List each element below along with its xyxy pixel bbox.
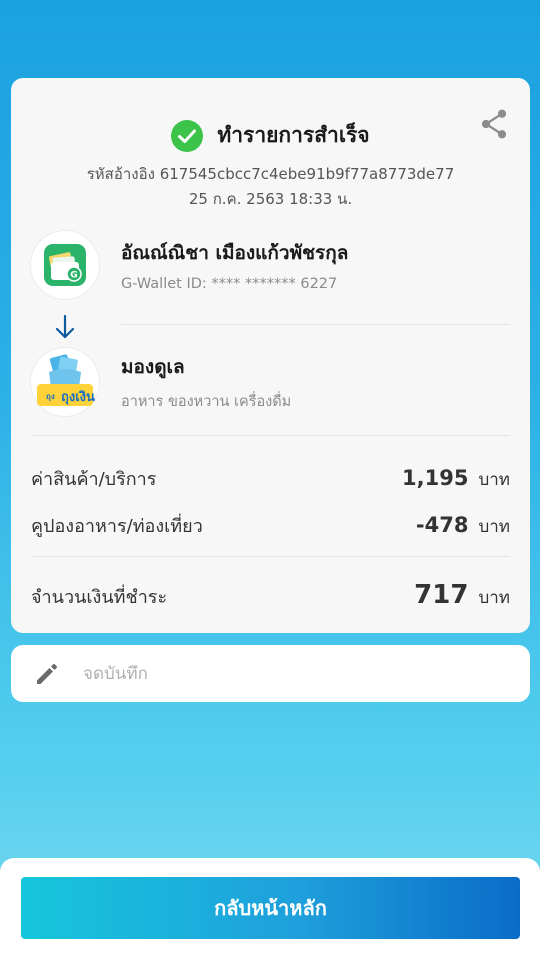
note-placeholder: จดบันทึก	[83, 664, 148, 684]
receiver-name: มองดูเล	[121, 355, 185, 378]
total-amount: 717	[414, 580, 469, 610]
svg-text:G: G	[70, 271, 77, 281]
status-title: ทำรายการสำเร็จ	[217, 123, 370, 147]
divider	[121, 324, 510, 325]
divider	[31, 435, 510, 436]
success-check-icon	[171, 119, 204, 152]
line-item-goods: ค่าสินค้า/บริการ 1,195 บาท	[31, 464, 510, 493]
divider	[31, 556, 510, 557]
transaction-receipt-card: ทำรายการสำเร็จ รหัสอ้างอิง 617545cbcc7c4…	[11, 78, 530, 633]
sender-avatar: G	[31, 231, 99, 299]
sender-name: อัณณ์ณิชา เมืองแก้วพัชรกุล	[121, 242, 349, 264]
arrow-down-icon	[55, 314, 75, 339]
reference-id: รหัสอ้างอิง 617545cbcc7c4ebe91b9f77a8773…	[86, 165, 455, 183]
currency-label: บาท	[478, 517, 510, 537]
total-row: จำนวนเงินที่ชำระ 717 บาท	[31, 580, 510, 611]
currency-label: บาท	[478, 470, 510, 490]
receiver-row: ถุง ถุงเงิน มองดูเล อาหาร ของหวาน เครื่อ…	[31, 348, 291, 416]
line-item-coupon: คูปองอาหาร/ท่องเที่ยว -478 บาท	[31, 511, 510, 540]
bottom-action-panel: กลับหน้าหลัก	[0, 858, 540, 960]
pencil-icon	[37, 663, 57, 684]
receiver-category: อาหาร ของหวาน เครื่องดื่ม	[121, 393, 292, 410]
sender-wallet-id: G-Wallet ID: **** ******* 6227	[121, 276, 338, 292]
line-item-amount: -478	[415, 513, 469, 537]
line-item-label: ค่าสินค้า/บริการ	[31, 469, 157, 490]
receiver-avatar: ถุง ถุงเงิน	[31, 348, 99, 416]
line-item-amount: 1,195	[402, 466, 469, 490]
transaction-datetime: 25 ก.ค. 2563 18:33 น.	[188, 190, 353, 208]
sender-row: G อัณณ์ณิชา เมืองแก้วพัชรกุล G-Wallet ID…	[31, 231, 348, 299]
currency-label: บาท	[478, 588, 510, 608]
thung-ngoen-logo-text: ถุงเงิน	[61, 390, 95, 405]
g-wallet-app-icon: G	[44, 244, 86, 286]
status-row: ทำรายการสำเร็จ	[11, 119, 530, 152]
note-input[interactable]: จดบันทึก	[11, 645, 530, 702]
total-label: จำนวนเงินที่ชำระ	[31, 587, 168, 608]
thung-ngoen-icon: ถุง ถุงเงิน	[37, 354, 95, 406]
back-to-home-button[interactable]: กลับหน้าหลัก	[21, 877, 520, 939]
line-item-label: คูปองอาหาร/ท่องเที่ยว	[31, 516, 203, 537]
svg-text:ถุง: ถุง	[46, 392, 55, 402]
